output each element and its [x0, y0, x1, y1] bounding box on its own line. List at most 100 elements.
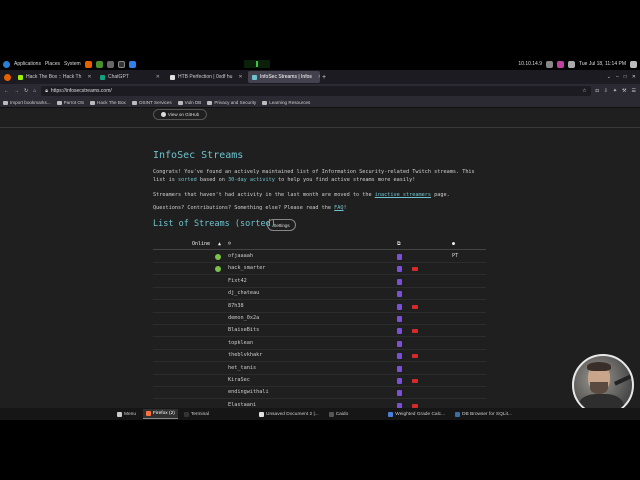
twitch-icon[interactable] [397, 390, 402, 397]
twitch-icon[interactable] [397, 353, 402, 360]
tab-chatgpt[interactable]: ChatGPT ✕ [96, 71, 164, 83]
youtube-icon[interactable] [412, 354, 418, 359]
table-row[interactable]: BlaiseBits [153, 325, 486, 338]
extensions-icon[interactable]: ✦ [613, 88, 617, 94]
table-row[interactable]: KiraSec [153, 375, 486, 387]
back-icon[interactable]: ← [4, 88, 9, 94]
new-tab-icon[interactable]: + [322, 74, 326, 81]
volume-icon[interactable] [568, 60, 576, 68]
twitch-icon[interactable] [397, 365, 402, 372]
sort-arrow-icon[interactable]: ▲ [218, 241, 221, 247]
files-launcher-icon[interactable] [106, 60, 114, 68]
forward-icon[interactable]: → [14, 88, 19, 94]
youtube-icon[interactable] [412, 379, 418, 383]
twitch-icon[interactable] [397, 378, 402, 384]
taskbar-item[interactable]: DB Browser for SQLit... [452, 409, 515, 419]
network-icon[interactable] [546, 60, 554, 68]
browser-launcher-icon[interactable] [95, 60, 103, 68]
streamer-name[interactable]: topklean [228, 340, 253, 346]
streamer-name[interactable]: dj_chateau [228, 290, 259, 296]
twitch-icon[interactable] [397, 340, 402, 347]
table-row[interactable]: hack_smarter [153, 263, 486, 276]
twitch-icon[interactable] [397, 316, 402, 322]
streamer-name[interactable]: theblvkhakr [228, 352, 262, 358]
inactive-streamers-link[interactable]: inactive streamers [375, 192, 431, 198]
table-row[interactable]: dj_chateau [153, 288, 486, 301]
firefox-launcher-icon[interactable] [84, 60, 92, 68]
close-tab-icon[interactable]: ✕ [153, 74, 160, 80]
maximize-icon[interactable]: □ [624, 74, 627, 80]
streamer-name[interactable]: demon_0x2a [228, 315, 259, 321]
tab-htb-perfection[interactable]: HTB Perfection | 0xdf hu ✕ [166, 71, 246, 83]
twitch-icon[interactable] [397, 303, 402, 310]
tab-hackthebox[interactable]: Hack The Box :: Hack Th ✕ [14, 71, 94, 83]
firefox-view-icon[interactable] [4, 73, 11, 81]
bookmark-vuln-db[interactable]: Vuln DB [177, 100, 201, 105]
bookmark-parrot-os[interactable]: Parrot OS [56, 100, 84, 105]
bookmark-osint[interactable]: OSINT Services [131, 100, 172, 105]
minimize-icon[interactable]: – [616, 74, 619, 80]
tray-app-icon[interactable] [557, 60, 565, 68]
list-tabs-icon[interactable]: ⌄ [607, 74, 611, 80]
streamer-name[interactable]: hack_smarter [228, 265, 265, 271]
close-tab-icon[interactable]: ✕ [235, 74, 242, 80]
settings-button[interactable]: Settings [267, 219, 296, 231]
menu-system[interactable]: System [64, 61, 81, 67]
table-row[interactable]: theblvkhakr [153, 350, 486, 363]
streamer-name[interactable]: 87h38 [228, 303, 244, 309]
streamer-name[interactable]: het_tanis [228, 365, 256, 371]
twitch-icon[interactable] [397, 266, 402, 273]
twitch-icon[interactable] [397, 328, 402, 335]
close-tab-icon[interactable]: ✕ [84, 74, 91, 80]
streamer-name[interactable]: endingwithali [228, 389, 269, 395]
taskbar-item[interactable]: Menu [114, 409, 139, 419]
taskbar-item[interactable]: Unsaved Document 2 |... [256, 409, 322, 419]
streamer-header-icon[interactable]: ☺ [228, 241, 231, 247]
vscode-launcher-icon[interactable] [128, 60, 136, 68]
bookmark-import[interactable]: Import bookmarks... [3, 100, 51, 105]
table-row[interactable]: het_tanis [153, 363, 486, 375]
faq-link[interactable]: FAQ [334, 205, 343, 211]
url-bar[interactable]: 🔒︎ https://infosecstreams.com/ ☆ [41, 86, 591, 96]
twitch-icon[interactable] [397, 291, 402, 298]
twitch-icon[interactable] [397, 278, 402, 285]
tab-infosec-streams[interactable]: InfoSec Streams | Infos ✕ [248, 71, 320, 83]
table-row[interactable]: ofjaaaah PT [153, 251, 486, 263]
youtube-icon[interactable] [412, 304, 418, 309]
youtube-icon[interactable] [412, 267, 418, 272]
menu-hamburger-icon[interactable]: ☰ [632, 88, 636, 94]
table-row[interactable]: Fixt42 [153, 276, 486, 288]
taskbar-item[interactable]: Firefox (2) [143, 409, 178, 419]
pocket-icon[interactable]: ◘ [596, 88, 599, 94]
datetime[interactable]: Tue Jul 18, 11:14 PM [579, 61, 626, 67]
bookmark-star-icon[interactable]: ☆ [582, 88, 586, 94]
bookmark-privacy[interactable]: Privacy and Security [207, 100, 256, 105]
menu-applications[interactable]: Applications [14, 61, 41, 67]
streamer-name[interactable]: BlaiseBits [228, 327, 259, 333]
online-header[interactable]: Online [192, 241, 210, 247]
table-row[interactable]: demon_0x2a [153, 313, 486, 325]
menu-places[interactable]: Places [45, 61, 60, 67]
tools-icon[interactable]: ⚒ [622, 88, 626, 94]
power-icon[interactable] [630, 60, 637, 68]
home-icon[interactable]: ⌂ [33, 88, 36, 94]
downloads-icon[interactable]: ⇩ [604, 88, 608, 94]
reload-icon[interactable]: ↻ [24, 88, 28, 94]
streamer-name[interactable]: ofjaaaah [228, 253, 253, 259]
table-row[interactable]: 87h38 [153, 301, 486, 313]
bookmark-hack-the-box[interactable]: Hack The Box [90, 100, 126, 105]
table-row[interactable]: Elastaani [153, 400, 486, 408]
bookmark-learning[interactable]: Learning Resources [262, 100, 310, 105]
parrot-logo-icon[interactable] [3, 60, 10, 68]
view-on-github-button[interactable]: View on GitHub [153, 109, 207, 120]
taskbar-item[interactable]: Caido [326, 409, 352, 419]
youtube-icon[interactable] [412, 329, 418, 334]
terminal-launcher-icon[interactable] [117, 60, 125, 68]
table-row[interactable]: topklean [153, 338, 486, 350]
close-tab-icon[interactable]: ✕ [315, 74, 320, 80]
streamer-name[interactable]: Fixt42 [228, 278, 247, 284]
twitch-icon[interactable] [397, 254, 402, 260]
table-row[interactable]: endingwithali [153, 387, 486, 400]
taskbar-item[interactable]: Terminal [181, 409, 212, 419]
streamer-name[interactable]: KiraSec [228, 377, 250, 383]
